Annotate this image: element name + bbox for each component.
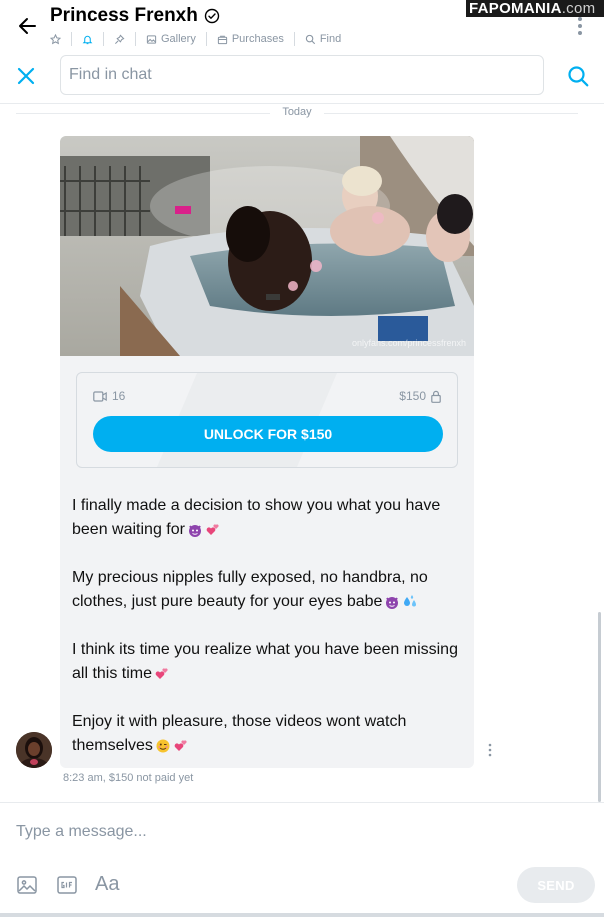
message-input[interactable] (16, 815, 586, 849)
message-bubble: onlyfans.com/princessfrenxh 16 $150 UNLO… (60, 136, 474, 768)
message-paragraph-text: I think its time you realize what you ha… (72, 641, 458, 682)
droplets-emoji-icon (404, 594, 417, 607)
gallery-button[interactable]: Gallery (136, 31, 206, 47)
watermark-part-3: .com (561, 0, 596, 17)
hearts-emoji-icon (206, 524, 219, 535)
date-separator-line (16, 113, 270, 114)
video-icon (93, 390, 107, 402)
message-paragraph: I think its time you realize what you ha… (72, 638, 464, 686)
purchases-button[interactable]: Purchases (207, 31, 294, 47)
watermark-part-1: FAP (469, 0, 500, 17)
notifications-button[interactable] (72, 31, 103, 47)
unlock-button[interactable]: UNLOCK FOR $150 (93, 416, 443, 452)
message-text: I finally made a decision to show you wh… (72, 494, 464, 758)
hot-tub-photo (60, 136, 474, 356)
favorite-button[interactable] (50, 31, 71, 47)
message-meta: 8:23 am, $150 not paid yet (63, 772, 193, 784)
bag-icon (217, 35, 227, 44)
message-paragraph: Enjoy it with pleasure, those videos won… (72, 710, 464, 758)
watermark: FAPOMANIA.com (466, 0, 604, 17)
date-separator: Today (16, 106, 578, 120)
chat-toolbar: Gallery Purchases Find (50, 31, 351, 47)
send-button[interactable]: SEND (517, 867, 595, 903)
message-paragraph: My precious nipples fully exposed, no ha… (72, 566, 464, 614)
image-icon[interactable] (17, 876, 37, 894)
chat-search-input[interactable] (60, 55, 544, 95)
verified-icon (204, 8, 220, 24)
title-row: Princess Frenxh (50, 5, 220, 27)
media-count-value: 16 (112, 389, 126, 403)
chat-title[interactable]: Princess Frenxh (50, 5, 198, 27)
find-button[interactable]: Find (295, 31, 351, 47)
message-paragraph-text: Enjoy it with pleasure, those videos won… (72, 713, 407, 754)
price-tag: $150 (399, 389, 441, 403)
bottom-border (0, 913, 604, 917)
hearts-emoji-icon (174, 740, 187, 751)
hearts-emoji-icon (155, 668, 168, 679)
back-arrow-icon[interactable] (16, 14, 40, 38)
locked-content-card: 16 $150 UNLOCK FOR $150 (76, 372, 458, 468)
gallery-label: Gallery (161, 33, 196, 45)
header-divider (0, 103, 604, 104)
media-preview[interactable]: onlyfans.com/princessfrenxh (60, 136, 474, 356)
date-separator-line (324, 113, 578, 114)
wink-emoji-icon (156, 739, 170, 753)
avatar-image (16, 732, 52, 768)
lock-icon (431, 390, 441, 403)
devil-emoji-icon (188, 524, 201, 537)
gif-icon[interactable] (57, 876, 77, 894)
chat-scrollbar[interactable] (598, 612, 601, 802)
message-paragraph: I finally made a decision to show you wh… (72, 494, 464, 542)
more-vertical-icon[interactable] (574, 14, 586, 38)
message-options-icon[interactable] (486, 742, 494, 758)
composer-divider (0, 802, 604, 803)
pin-icon (115, 34, 125, 44)
pin-button[interactable] (104, 31, 135, 47)
message-paragraph-text: I finally made a decision to show you wh… (72, 497, 441, 538)
purchases-label: Purchases (231, 33, 284, 45)
sender-avatar[interactable] (16, 732, 52, 768)
media-count: 16 (93, 389, 125, 403)
gallery-icon (146, 34, 157, 44)
text-format-icon[interactable]: Aa (95, 873, 119, 896)
price-value: $150 (399, 389, 426, 403)
bell-icon (82, 35, 93, 44)
star-icon (50, 33, 61, 44)
watermark-part-2: OMANIA (499, 0, 562, 17)
date-label: Today (282, 106, 312, 118)
search-icon[interactable] (567, 65, 589, 87)
message-paragraph-text: My precious nipples fully exposed, no ha… (72, 569, 428, 610)
payment-status: $150 not paid yet (108, 772, 194, 784)
media-credit: onlyfans.com/princessfrenxh (351, 338, 466, 348)
close-icon[interactable] (16, 66, 36, 86)
search-icon (305, 34, 315, 44)
message-time: 8:23 am, (63, 772, 106, 784)
chat-search-bar (0, 52, 604, 100)
devil-emoji-icon (386, 596, 399, 609)
find-label: Find (319, 33, 342, 45)
